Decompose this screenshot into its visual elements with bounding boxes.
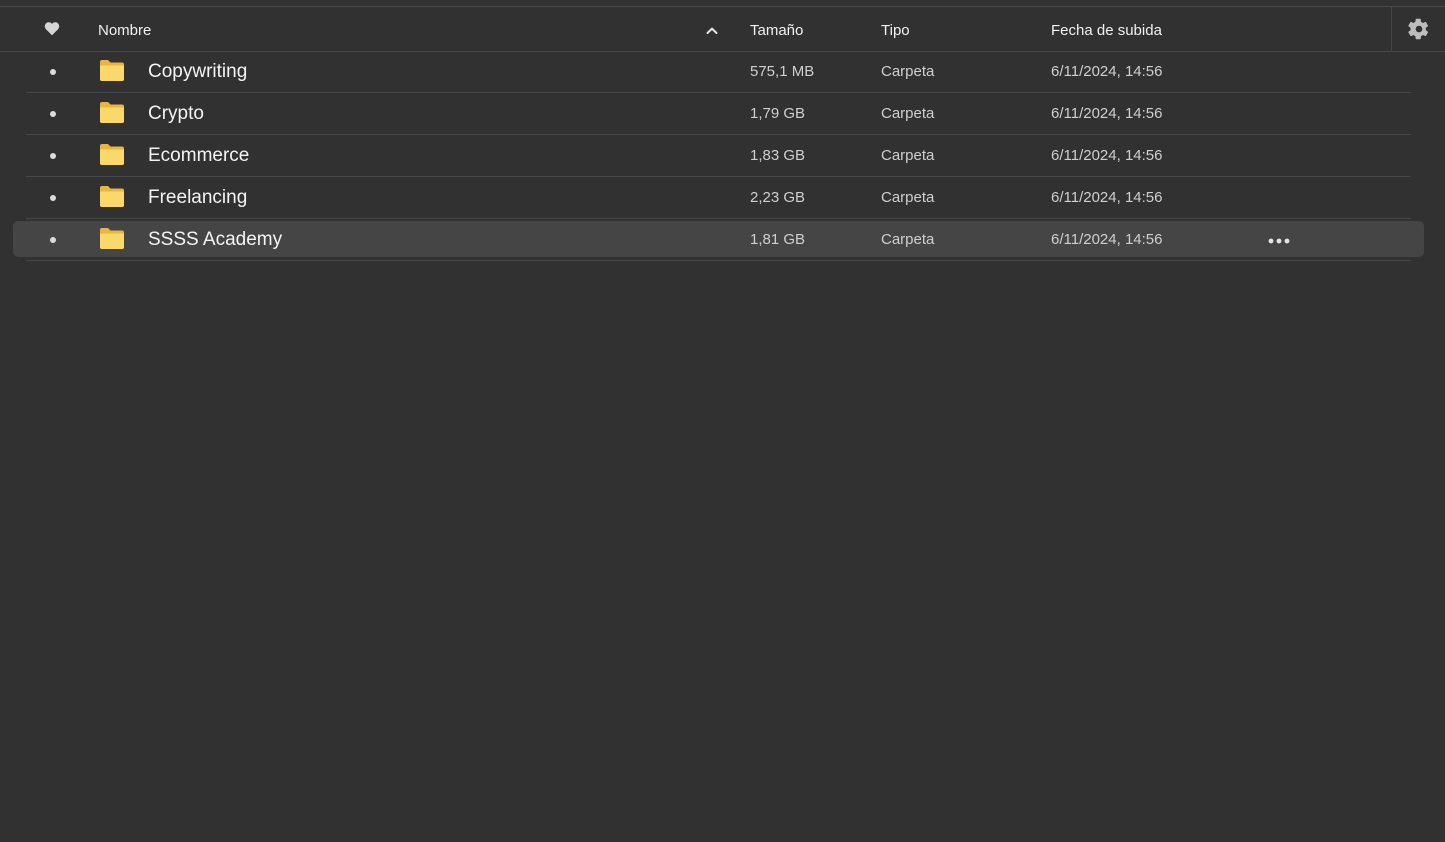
file-type: Carpeta xyxy=(881,231,935,248)
chevron-up-icon-shape xyxy=(706,27,718,34)
file-size: 2,23 GB xyxy=(750,189,806,206)
upload-date: 6/11/2024, 14:56 xyxy=(1051,105,1163,122)
file-name[interactable]: Ecommerce xyxy=(148,135,249,177)
folder-icon-shape xyxy=(100,228,124,249)
file-size: 575,1 MB xyxy=(750,63,815,80)
upload-date: 6/11/2024, 14:56 xyxy=(1051,147,1163,164)
file-name[interactable]: Freelancing xyxy=(148,177,247,219)
file-type: Carpeta xyxy=(881,105,935,122)
file-size: 1,81 GB xyxy=(750,231,806,248)
favorite-dot[interactable] xyxy=(50,237,56,243)
folder-icon-shape xyxy=(100,186,124,207)
file-type: Carpeta xyxy=(881,63,935,80)
folder-icon-shape xyxy=(100,102,124,123)
more-horizontal-icon xyxy=(1268,238,1290,244)
table-row[interactable]: Copywriting 575,1 MB Carpeta 6/11/2024, … xyxy=(13,51,1424,93)
more-options-icon[interactable] xyxy=(1267,234,1291,246)
folder-icon xyxy=(99,143,125,166)
file-size: 1,83 GB xyxy=(750,147,806,164)
file-name[interactable]: Crypto xyxy=(148,93,204,135)
chevron-up-icon[interactable] xyxy=(704,24,720,38)
upload-date: 6/11/2024, 14:56 xyxy=(1051,231,1163,248)
column-header-name[interactable]: Nombre xyxy=(98,7,151,51)
favorite-dot[interactable] xyxy=(50,111,56,117)
table-header: Nombre Tamaño Tipo Fecha de subida xyxy=(0,7,1445,52)
upload-date: 6/11/2024, 14:56 xyxy=(1051,189,1163,206)
folder-icon-shape xyxy=(100,60,124,81)
folder-icon xyxy=(99,185,125,208)
row-divider xyxy=(26,260,1411,261)
table-row[interactable]: Freelancing 2,23 GB Carpeta 6/11/2024, 1… xyxy=(13,177,1424,219)
table-row[interactable]: Ecommerce 1,83 GB Carpeta 6/11/2024, 14:… xyxy=(13,135,1424,177)
heart-icon-shape xyxy=(44,22,60,36)
favorite-dot[interactable] xyxy=(50,69,56,75)
gear-icon xyxy=(1408,18,1429,40)
settings-button[interactable] xyxy=(1391,7,1445,51)
table-row-selected[interactable]: SSSS Academy 1,81 GB Carpeta 6/11/2024, … xyxy=(13,219,1424,261)
folder-icon xyxy=(99,59,125,82)
column-header-size[interactable]: Tamaño xyxy=(750,7,803,51)
favorite-dot[interactable] xyxy=(50,153,56,159)
column-header-date[interactable]: Fecha de subida xyxy=(1051,7,1162,51)
table-row[interactable]: Crypto 1,79 GB Carpeta 6/11/2024, 14:56 xyxy=(13,93,1424,135)
file-size: 1,79 GB xyxy=(750,105,806,122)
file-type: Carpeta xyxy=(881,147,935,164)
file-name[interactable]: SSSS Academy xyxy=(148,219,282,261)
file-name[interactable]: Copywriting xyxy=(148,51,247,93)
column-header-type[interactable]: Tipo xyxy=(881,7,910,51)
file-browser: Nombre Tamaño Tipo Fecha de subida Copyw… xyxy=(0,0,1445,842)
upload-date: 6/11/2024, 14:56 xyxy=(1051,63,1163,80)
folder-icon-shape xyxy=(100,144,124,165)
folder-icon xyxy=(99,227,125,250)
file-type: Carpeta xyxy=(881,189,935,206)
heart-icon[interactable] xyxy=(44,21,64,39)
folder-icon xyxy=(99,101,125,124)
favorite-dot[interactable] xyxy=(50,195,56,201)
